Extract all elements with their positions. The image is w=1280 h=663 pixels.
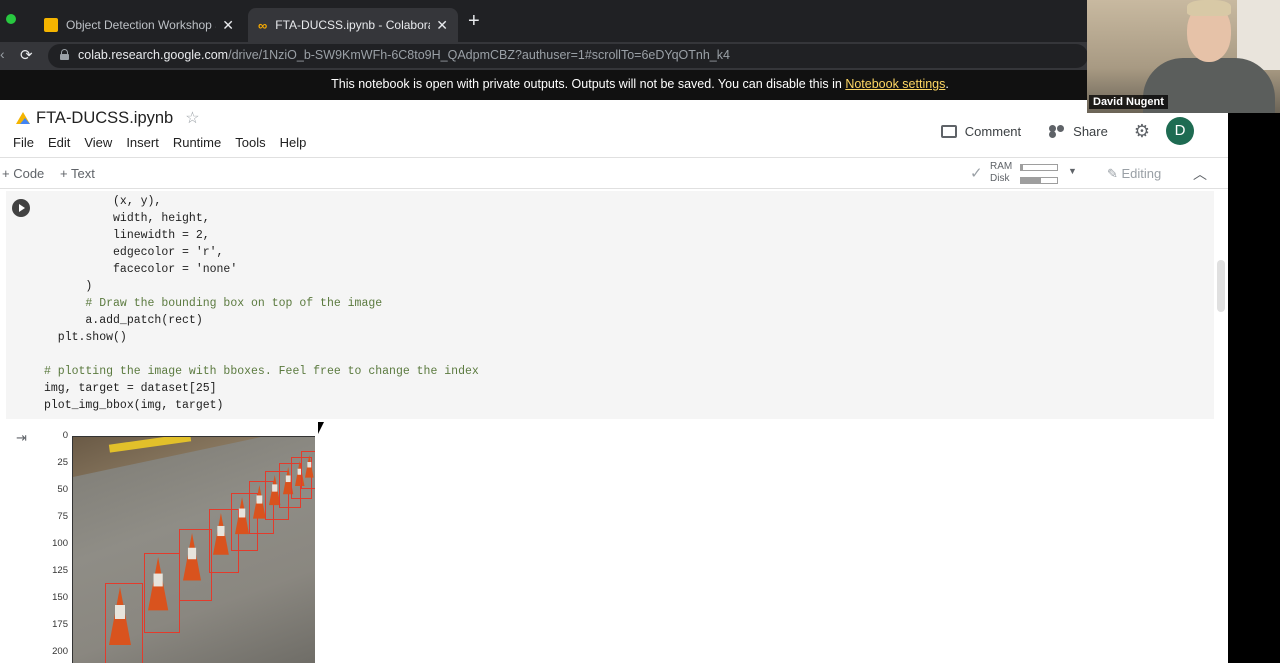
ram-label: RAM [990, 161, 1013, 172]
traffic-cone [148, 557, 169, 611]
menu-edit[interactable]: Edit [48, 135, 70, 150]
close-tab-icon[interactable]: ✕ [222, 17, 234, 34]
tab-label: FTA-DUCSS.ipynb - Colaborat [275, 18, 431, 32]
code-line: plot_img_bbox(img, target) [44, 399, 224, 412]
disk-bar [1020, 177, 1058, 184]
traffic-cone [253, 485, 266, 519]
menu-bar: File Edit View Insert Runtime Tools Help [13, 135, 320, 150]
check-icon: ✓ [970, 165, 983, 182]
tab-colab-notebook[interactable]: ∞ FTA-DUCSS.ipynb - Colaborat ✕ [248, 8, 458, 42]
notebook-toolbar: + Code + Text ✓ RAM Disk ▼ ✎ Editing ︿ [0, 157, 1228, 189]
notebook-title-text[interactable]: FTA-DUCSS.ipynb [36, 109, 173, 128]
mouse-cursor-icon [318, 422, 324, 434]
banner-end: . [945, 77, 949, 91]
colab-page: FTA-DUCSS.ipynb ☆ File Edit View Insert … [0, 100, 1228, 663]
resource-monitor[interactable]: RAM Disk [990, 161, 1012, 185]
y-tick-label: 200 [52, 646, 68, 657]
menu-tools[interactable]: Tools [235, 135, 265, 150]
presenter-hair [1187, 0, 1231, 16]
url-input[interactable]: colab.research.google.com/drive/1NziO_b-… [48, 44, 1088, 68]
top-actions: Comment Share ⚙ D [940, 117, 1194, 145]
share-button[interactable]: Share [1073, 124, 1108, 139]
code-line: width, height, [44, 212, 210, 225]
traffic-cone [213, 513, 229, 555]
chevron-up-icon[interactable]: ︿ [1193, 164, 1207, 184]
presenter-name: David Nugent [1089, 95, 1168, 109]
output-icon[interactable]: ⇥ [16, 430, 27, 446]
share-icon[interactable] [1049, 125, 1065, 137]
menu-view[interactable]: View [84, 135, 112, 150]
output-image-plot [72, 436, 315, 663]
code-line: ) [44, 280, 93, 293]
banner-text: This notebook is open with private outpu… [331, 77, 846, 91]
star-icon[interactable]: ☆ [185, 108, 199, 128]
code-line: a.add_patch(rect) [44, 314, 203, 327]
y-tick-label: 125 [52, 565, 68, 576]
code-line: (x, y), [44, 195, 162, 208]
ram-bar-fill [1021, 165, 1023, 170]
avatar[interactable]: D [1166, 117, 1194, 145]
code-line: linewidth = 2, [44, 229, 210, 242]
disk-bar-fill [1021, 178, 1041, 183]
url-path: /drive/1NziO_b-SW9KmWFh-6C8to9H_QAdpmCBZ… [228, 48, 730, 62]
close-tab-icon[interactable]: ✕ [436, 17, 448, 34]
y-tick-label: 0 [62, 430, 68, 441]
screen-border [1228, 113, 1280, 663]
code-line: facecolor = 'none' [44, 263, 238, 276]
menu-insert[interactable]: Insert [126, 135, 159, 150]
y-tick-label: 100 [52, 538, 68, 549]
y-tick-label: 75 [57, 511, 68, 522]
reload-icon[interactable]: ⟳ [20, 46, 33, 64]
webcam-overlay: David Nugent [1087, 0, 1280, 113]
comment-icon[interactable] [940, 124, 957, 138]
menu-help[interactable]: Help [280, 135, 307, 150]
lock-icon [60, 49, 69, 60]
window-control-icon[interactable] [6, 14, 16, 24]
tab-object-detection[interactable]: Object Detection Workshop Se ✕ [34, 8, 244, 42]
pencil-icon: ✎ [1107, 166, 1122, 181]
run-cell-button[interactable] [12, 199, 30, 217]
slides-icon [44, 18, 58, 32]
y-tick-label: 175 [52, 619, 68, 630]
ram-bar [1020, 164, 1058, 171]
disk-label: Disk [990, 173, 1010, 184]
drive-icon [16, 112, 30, 124]
traffic-cone [235, 497, 250, 535]
tab-label: Object Detection Workshop Se [66, 18, 217, 32]
add-code-button[interactable]: + Code [2, 166, 44, 181]
code-line: edgecolor = 'r', [44, 246, 224, 259]
traffic-cone [305, 455, 314, 478]
colab-icon: ∞ [258, 18, 268, 33]
url-host: colab.research.google.com [78, 48, 229, 62]
gear-icon[interactable]: ⚙ [1134, 121, 1150, 142]
y-tick-label: 25 [57, 457, 68, 468]
code-line: img, target = dataset[25] [44, 382, 217, 395]
code-cell[interactable]: (x, y), width, height, linewidth = 2, ed… [6, 191, 1214, 419]
add-text-button[interactable]: + Text [60, 166, 95, 181]
notebook-title: FTA-DUCSS.ipynb ☆ [16, 108, 200, 128]
traffic-cone [109, 587, 131, 645]
traffic-cone [183, 533, 202, 581]
new-tab-icon[interactable]: + [468, 10, 480, 33]
code-editor[interactable]: (x, y), width, height, linewidth = 2, ed… [44, 193, 479, 414]
scrollbar-thumb[interactable] [1217, 260, 1225, 312]
menu-runtime[interactable]: Runtime [173, 135, 221, 150]
notebook-settings-link[interactable]: Notebook settings [845, 77, 945, 91]
editing-mode-button[interactable]: ✎ Editing [1107, 166, 1161, 182]
comment-button[interactable]: Comment [965, 124, 1021, 139]
menu-file[interactable]: File [13, 135, 34, 150]
code-line: plt.show() [44, 331, 127, 344]
code-line: # plotting the image with bboxes. Feel f… [44, 365, 479, 378]
back-icon[interactable]: ‹ [0, 46, 5, 62]
y-tick-label: 150 [52, 592, 68, 603]
editing-label: Editing [1121, 166, 1162, 181]
chevron-down-icon[interactable]: ▼ [1068, 166, 1077, 176]
y-tick-label: 50 [57, 484, 68, 495]
code-line: # Draw the bounding box on top of the im… [44, 297, 383, 310]
